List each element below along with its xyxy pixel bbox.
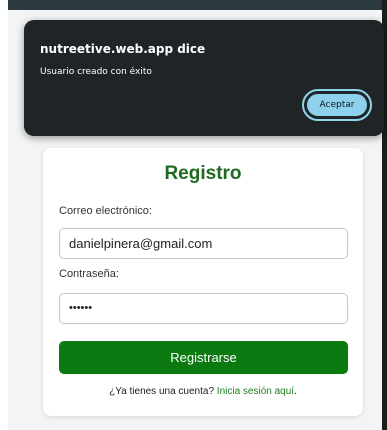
page-title: Registro bbox=[164, 163, 242, 184]
dialog-title: nutreetive.web.app dice bbox=[40, 42, 206, 56]
dialog-message: Usuario creado con éxito bbox=[40, 67, 152, 77]
register-button[interactable]: Registrarse bbox=[59, 341, 348, 374]
browser-top-strip bbox=[8, 0, 387, 10]
window-left-edge bbox=[0, 0, 8, 430]
alert-dialog: nutreetive.web.app dice Usuario creado c… bbox=[24, 20, 384, 136]
password-field[interactable]: •••••• bbox=[59, 293, 348, 324]
email-field[interactable]: danielpinera@gmail.com bbox=[59, 228, 348, 259]
login-prompt-text: ¿Ya tienes una cuenta? bbox=[109, 386, 215, 397]
accept-button[interactable]: Aceptar bbox=[306, 93, 368, 117]
email-label: Correo electrónico: bbox=[59, 205, 152, 217]
password-label: Contraseña: bbox=[59, 268, 119, 280]
registration-card: Registro Correo electrónico: danielpiner… bbox=[43, 148, 363, 416]
login-link[interactable]: Inicia sesión aquí bbox=[217, 386, 294, 397]
login-prompt: ¿Ya tienes una cuenta? Inicia sesión aqu… bbox=[43, 386, 363, 397]
login-prompt-suffix: . bbox=[294, 386, 297, 397]
